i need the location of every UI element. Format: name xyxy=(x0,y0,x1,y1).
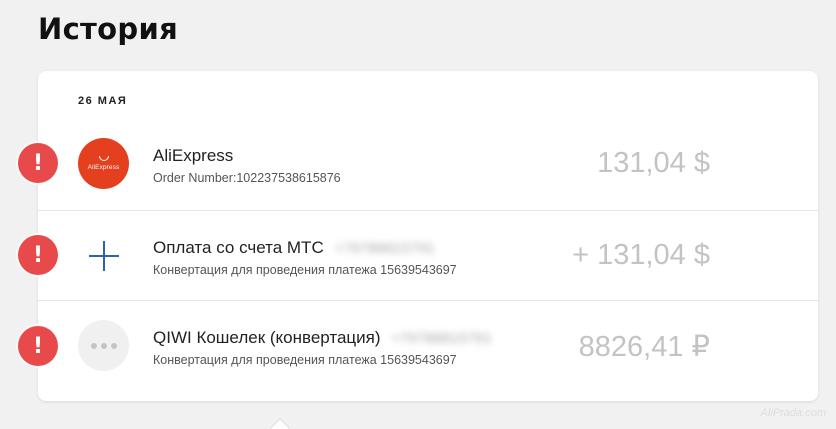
shopping-bag-icon xyxy=(98,156,109,161)
transaction-amount: + 131,04 $ xyxy=(572,239,710,271)
transaction-row-qiwi[interactable]: QIWI Кошелек (конвертация) +79788815791 … xyxy=(38,300,818,391)
warning-exclamation-icon[interactable]: ! xyxy=(18,326,58,366)
more-dots-icon xyxy=(78,320,129,371)
transaction-row-aliexpress[interactable]: AliExpress AliExpress Order Number:10223… xyxy=(38,119,818,209)
transaction-subtitle: Конвертация для проведения платежа 15639… xyxy=(153,353,457,367)
blurred-phone-number: +79788815791 xyxy=(334,240,435,257)
blurred-phone-number: +79788815791 xyxy=(391,330,492,347)
transaction-amount: 8826,41 ₽ xyxy=(578,331,710,363)
warning-exclamation-icon[interactable]: ! xyxy=(18,235,58,275)
transaction-title-text: QIWI Кошелек (конвертация) xyxy=(153,328,381,347)
plus-icon xyxy=(78,230,129,281)
history-card: 26 МАЯ AliExpress AliExpress Order Numbe… xyxy=(38,71,818,401)
transaction-amount: 131,04 $ xyxy=(597,147,710,179)
transaction-subtitle: Order Number:102237538615876 xyxy=(153,171,341,185)
aliexpress-logo-text: AliExpress xyxy=(87,164,120,171)
transaction-title-text: Оплата со счета МТС xyxy=(153,238,324,257)
dropdown-caret-icon xyxy=(270,418,290,429)
transaction-title: AliExpress xyxy=(153,146,233,166)
transaction-row-mts[interactable]: Оплата со счета МТС +79788815791 Конверт… xyxy=(38,210,818,300)
page-title: История xyxy=(38,12,178,46)
warning-exclamation-icon[interactable]: ! xyxy=(18,143,58,183)
history-page: История 26 МАЯ AliExpress AliExpress Ord… xyxy=(0,0,836,429)
transaction-subtitle: Конвертация для проведения платежа 15639… xyxy=(153,263,457,277)
transaction-title-text: AliExpress xyxy=(153,146,234,165)
transaction-title: Оплата со счета МТС +79788815791 xyxy=(153,238,435,258)
aliexpress-logo-icon: AliExpress xyxy=(78,138,129,189)
transaction-title: QIWI Кошелек (конвертация) +79788815791 xyxy=(153,328,492,348)
watermark: AliPrada.com xyxy=(760,407,826,419)
date-label: 26 МАЯ xyxy=(78,95,128,107)
